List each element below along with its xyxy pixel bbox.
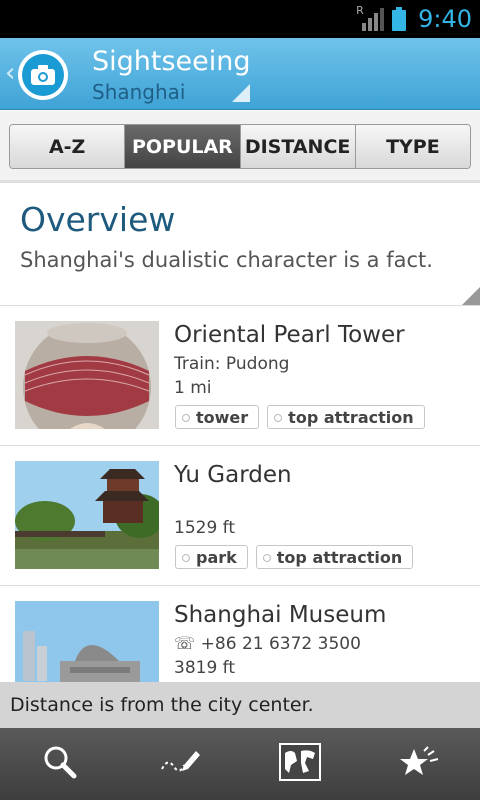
favorites-icon (400, 745, 440, 783)
oriental-pearl-tower-photo (15, 321, 159, 429)
sort-tabs-area: A-Z POPULAR DISTANCE TYPE (0, 111, 480, 183)
map-button[interactable] (240, 728, 360, 800)
bottom-action-bar (0, 728, 480, 800)
list-item[interactable]: Yu Garden 1529 ft park top attraction (0, 446, 480, 586)
favorites-button[interactable] (360, 728, 480, 800)
status-icons: R 9:40 (356, 4, 472, 34)
item-transit: Train: Pudong (174, 354, 290, 374)
search-icon (42, 744, 78, 784)
tab-popular[interactable]: POPULAR (125, 125, 241, 168)
tab-type[interactable]: TYPE (355, 125, 470, 168)
item-phone[interactable]: ☏ +86 21 6372 3500 (174, 634, 361, 654)
list-item[interactable]: Oriental Pearl Tower Train: Pudong 1 mi … (0, 306, 480, 446)
item-title: Oriental Pearl Tower (174, 322, 405, 348)
item-distance: 3819 ft (174, 658, 236, 678)
tag-tower[interactable]: tower (175, 405, 260, 429)
header-title: Sightseeing (92, 46, 251, 77)
overview-section[interactable]: Overview Shanghai's dualistic character … (0, 186, 480, 306)
map-icon (279, 743, 321, 785)
overview-title: Overview (20, 200, 176, 239)
clock: 9:40 (418, 5, 472, 33)
tab-distance[interactable]: DISTANCE (240, 125, 356, 168)
edit-icon (158, 747, 202, 781)
city-dropdown[interactable]: Shanghai (92, 80, 186, 104)
expand-corner-icon (462, 287, 480, 305)
tag-park[interactable]: park (175, 545, 248, 569)
distance-note: Distance is from the city center. (0, 682, 480, 728)
edit-button[interactable] (120, 728, 240, 800)
tab-a-z[interactable]: A-Z (10, 125, 126, 168)
item-tags: park top attraction (175, 545, 421, 569)
item-distance: 1529 ft (174, 518, 236, 538)
signal-icon: R (356, 4, 385, 32)
status-bar: R 9:40 (0, 0, 480, 38)
dropdown-triangle-icon[interactable] (232, 84, 250, 102)
battery-icon (392, 7, 407, 31)
item-distance: 1 mi (174, 378, 212, 398)
search-button[interactable] (0, 728, 120, 800)
tag-top-attraction[interactable]: top attraction (267, 405, 425, 429)
item-title: Yu Garden (174, 462, 292, 488)
camera-icon[interactable] (18, 50, 68, 100)
back-chevron-icon[interactable]: ‹ (5, 60, 15, 86)
yu-garden-photo (15, 461, 159, 569)
sort-tabs: A-Z POPULAR DISTANCE TYPE (9, 124, 471, 169)
overview-text: Shanghai's dualistic character is a fact… (20, 248, 433, 272)
tag-top-attraction[interactable]: top attraction (255, 545, 414, 569)
item-tags: tower top attraction (175, 405, 433, 429)
item-title: Shanghai Museum (174, 602, 387, 628)
